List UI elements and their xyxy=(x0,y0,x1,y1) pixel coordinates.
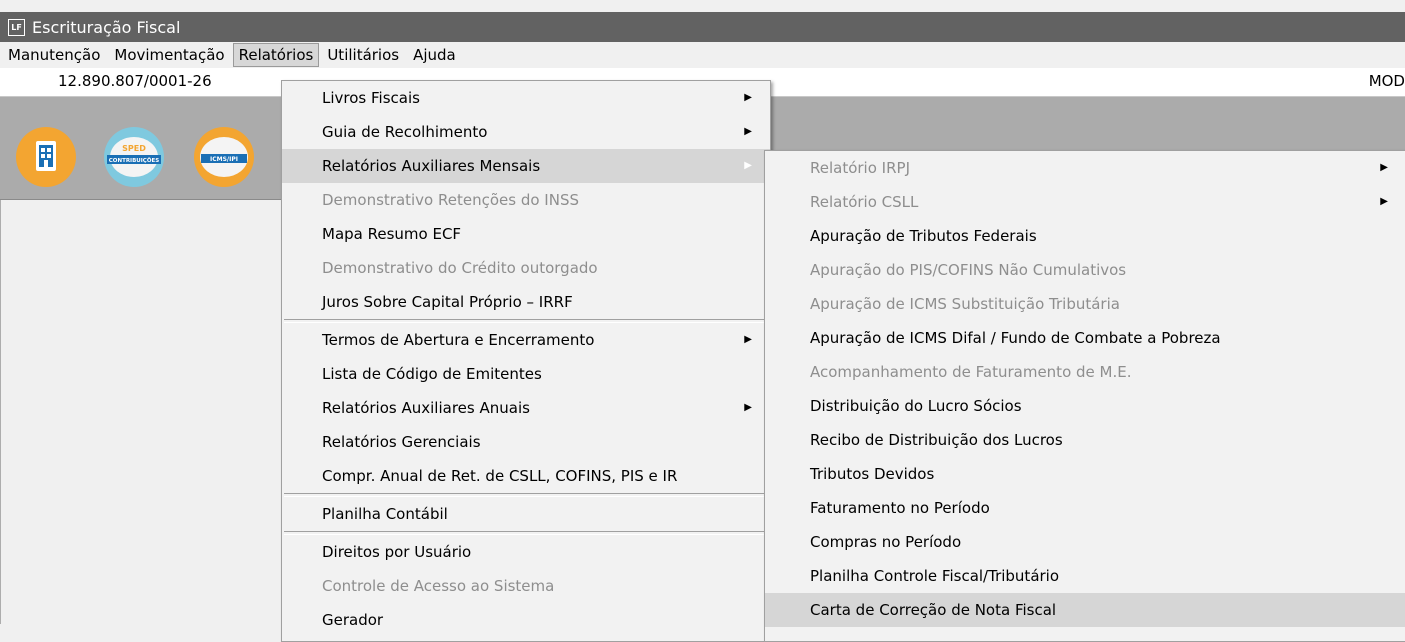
menu-item-mapa-resumo-ecf[interactable]: Mapa Resumo ECF xyxy=(282,217,770,251)
menu-item-label: Compr. Anual de Ret. de CSLL, COFINS, PI… xyxy=(322,467,678,485)
submenu-arrow-icon: ▶ xyxy=(744,92,752,103)
menu-item-label: Apuração de Tributos Federais xyxy=(810,227,1037,245)
title-bar: LF Escrituração Fiscal xyxy=(0,12,1405,42)
menu-item-label: Livros Fiscais xyxy=(322,89,420,107)
sped-contribuicoes-icon[interactable]: SPED CONTRIBUIÇÕES xyxy=(104,127,164,187)
menu-item-label: Demonstrativo do Crédito outorgado xyxy=(322,259,598,277)
menu-item-recibo-distribuicao-lucros[interactable]: Recibo de Distribuição dos Lucros xyxy=(765,423,1405,457)
menu-item-controle-acesso[interactable]: Controle de Acesso ao Sistema xyxy=(282,569,770,603)
svg-text:CONTRIBUIÇÕES: CONTRIBUIÇÕES xyxy=(109,157,160,164)
submenu-arrow-icon: ▶ xyxy=(1380,196,1388,207)
menu-item-relatorios-auxiliares-mensais[interactable]: Relatórios Auxiliares Mensais ▶ xyxy=(282,149,770,183)
company-icon[interactable] xyxy=(16,127,76,187)
menu-item-direitos-usuario[interactable]: Direitos por Usuário xyxy=(282,535,770,569)
menu-item-label: Relatório CSLL xyxy=(810,193,919,211)
menu-item-apuracao-icms-difal[interactable]: Apuração de ICMS Difal / Fundo de Combat… xyxy=(765,321,1405,355)
app-logo-icon: LF xyxy=(8,18,25,36)
menu-item-apuracao-tributos-federais[interactable]: Apuração de Tributos Federais xyxy=(765,219,1405,253)
submenu-arrow-icon: ▶ xyxy=(744,126,752,137)
menu-item-label: Relatórios Auxiliares Anuais xyxy=(322,399,530,417)
menu-item-label: Tributos Devidos xyxy=(810,465,935,483)
menu-item-label: Recibo de Distribuição dos Lucros xyxy=(810,431,1063,449)
menu-item-compras-periodo[interactable]: Compras no Período xyxy=(765,525,1405,559)
menu-relatorios[interactable]: Relatórios xyxy=(232,43,320,67)
menu-item-label: Guia de Recolhimento xyxy=(322,123,488,141)
company-cnpj: 12.890.807/0001-26 xyxy=(58,72,212,90)
menu-item-label: Juros Sobre Capital Próprio – IRRF xyxy=(322,293,573,311)
workspace-left-border xyxy=(0,200,1,624)
menu-movimentacao[interactable]: Movimentação xyxy=(108,43,230,67)
menu-item-relatorios-gerenciais[interactable]: Relatórios Gerenciais xyxy=(282,425,770,459)
menu-item-label: Apuração do PIS/COFINS Não Cumulativos xyxy=(810,261,1127,279)
submenu-arrow-icon: ▶ xyxy=(744,402,752,413)
menu-item-planilha-contabil[interactable]: Planilha Contábil xyxy=(282,497,770,531)
svg-text:SPED: SPED xyxy=(122,144,146,153)
menu-item-acompanhamento-faturamento-me[interactable]: Acompanhamento de Faturamento de M.E. xyxy=(765,355,1405,389)
menu-ajuda[interactable]: Ajuda xyxy=(407,43,462,67)
menu-item-distribuicao-lucro-socios[interactable]: Distribuição do Lucro Sócios xyxy=(765,389,1405,423)
menu-item-label: Distribuição do Lucro Sócios xyxy=(810,397,1022,415)
menu-item-tributos-devidos[interactable]: Tributos Devidos xyxy=(765,457,1405,491)
menu-item-demonstrativo-retencoes-inss[interactable]: Demonstrativo Retenções do INSS xyxy=(282,183,770,217)
relatorios-dropdown: Livros Fiscais ▶ Guia de Recolhimento ▶ Re… xyxy=(281,80,771,642)
menu-item-label: Demonstrativo Retenções do INSS xyxy=(322,191,579,209)
menu-item-label: Acompanhamento de Faturamento de M.E. xyxy=(810,363,1132,381)
submenu-arrow-icon: ▶ xyxy=(744,160,752,171)
menu-item-label: Apuração de ICMS Difal / Fundo de Combat… xyxy=(810,329,1221,347)
menu-item-label: Relatório IRPJ xyxy=(810,159,910,177)
window-title: Escrituração Fiscal xyxy=(32,17,181,37)
menu-item-juros-capital-proprio[interactable]: Juros Sobre Capital Próprio – IRRF xyxy=(282,285,770,319)
menu-item-label: Carta de Correção de Nota Fiscal xyxy=(810,601,1057,619)
menu-item-label: Relatórios Gerenciais xyxy=(322,433,481,451)
menu-item-label: Mapa Resumo ECF xyxy=(322,225,462,243)
menu-item-relatorios-auxiliares-anuais[interactable]: Relatórios Auxiliares Anuais ▶ xyxy=(282,391,770,425)
menu-item-demonstrativo-credito-outorgado[interactable]: Demonstrativo do Crédito outorgado xyxy=(282,251,770,285)
menu-item-faturamento-periodo[interactable]: Faturamento no Período xyxy=(765,491,1405,525)
menu-item-livros-fiscais[interactable]: Livros Fiscais ▶ xyxy=(282,81,770,115)
menu-item-relatorio-csll[interactable]: Relatório CSLL ▶ xyxy=(765,185,1405,219)
menu-item-apuracao-icms-st[interactable]: Apuração de ICMS Substituição Tributária xyxy=(765,287,1405,321)
menu-item-lista-codigo-emitentes[interactable]: Lista de Código de Emitentes xyxy=(282,357,770,391)
menu-item-gerador[interactable]: Gerador xyxy=(282,603,770,637)
menu-item-label: Lista de Código de Emitentes xyxy=(322,365,542,383)
menu-manutencao[interactable]: Manutenção xyxy=(2,43,106,67)
menu-item-label: Apuração de ICMS Substituição Tributária xyxy=(810,295,1120,313)
menu-item-label: Relatórios Auxiliares Mensais xyxy=(322,157,541,175)
menu-item-relatorio-irpj[interactable]: Relatório IRPJ ▶ xyxy=(765,151,1405,185)
submenu-arrow-icon: ▶ xyxy=(744,334,752,345)
menu-item-label: Planilha Contábil xyxy=(322,505,448,523)
menu-item-guia-recolhimento[interactable]: Guia de Recolhimento ▶ xyxy=(282,115,770,149)
menu-bar: Manutenção Movimentação Relatórios Utili… xyxy=(0,42,1405,68)
menu-item-label: Direitos por Usuário xyxy=(322,543,472,561)
menu-item-carta-correcao-nf[interactable]: Carta de Correção de Nota Fiscal xyxy=(765,593,1405,627)
menu-item-compr-anual-ret[interactable]: Compr. Anual de Ret. de CSLL, COFINS, PI… xyxy=(282,459,770,493)
module-label: MOD xyxy=(1368,72,1405,90)
menu-item-label: Gerador xyxy=(322,611,384,629)
menu-item-label: Compras no Período xyxy=(810,533,962,551)
menu-item-label: Faturamento no Período xyxy=(810,499,990,517)
submenu-arrow-icon: ▶ xyxy=(1380,162,1388,173)
menu-item-label: Controle de Acesso ao Sistema xyxy=(322,577,555,595)
menu-item-apuracao-pis-cofins[interactable]: Apuração do PIS/COFINS Não Cumulativos xyxy=(765,253,1405,287)
menu-utilitarios[interactable]: Utilitários xyxy=(321,43,405,67)
icms-ipi-icon[interactable]: ICMS/IPI xyxy=(194,127,254,187)
menu-item-label: Termos de Abertura e Encerramento xyxy=(322,331,595,349)
svg-text:ICMS/IPI: ICMS/IPI xyxy=(210,156,238,163)
menu-item-planilha-controle-fiscal[interactable]: Planilha Controle Fiscal/Tributário xyxy=(765,559,1405,593)
menu-item-termos-abertura[interactable]: Termos de Abertura e Encerramento ▶ xyxy=(282,323,770,357)
auxiliares-mensais-submenu: Relatório IRPJ ▶ Relatório CSLL ▶ Apuração… xyxy=(764,150,1405,642)
menu-item-label: Planilha Controle Fiscal/Tributário xyxy=(810,567,1060,585)
